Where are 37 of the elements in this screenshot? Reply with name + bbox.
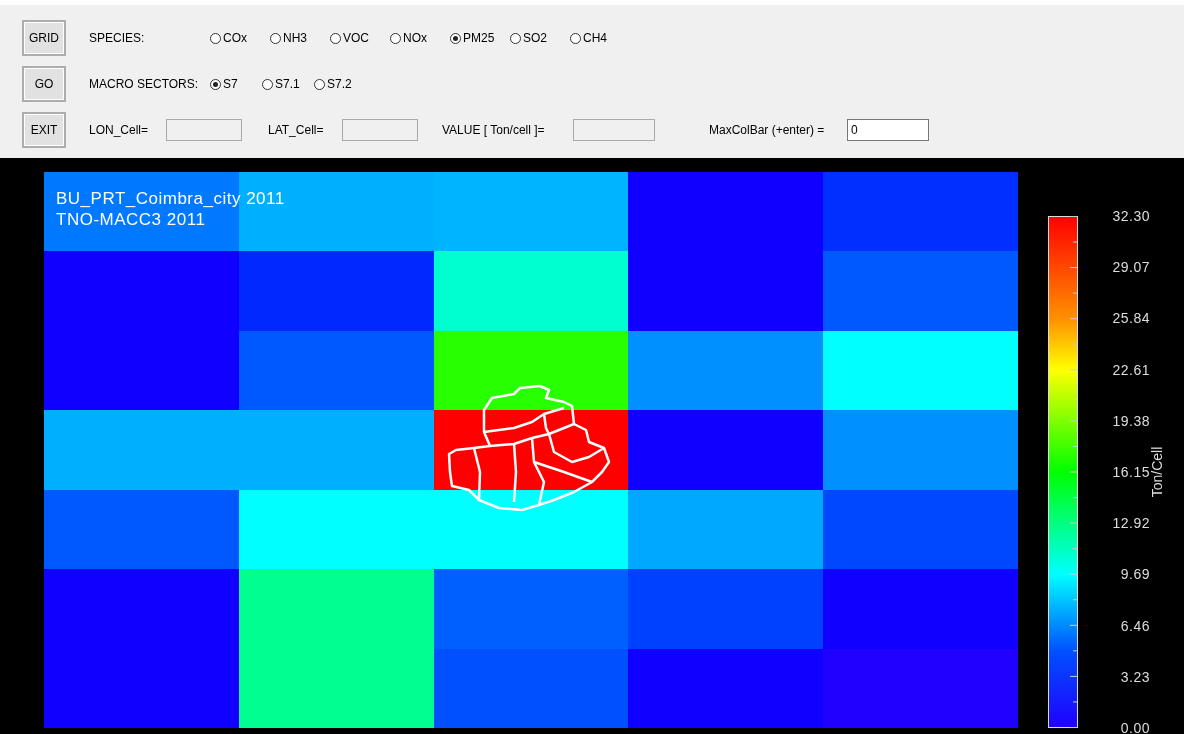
species-label: SPECIES:: [89, 31, 146, 45]
map-title: BU_PRT_Coimbra_city 2011: [56, 188, 285, 209]
grid-button[interactable]: GRID: [22, 20, 66, 56]
input-field[interactable]: [166, 119, 242, 141]
scale-tick-label: 0.00: [1120, 719, 1150, 734]
species-radio[interactable]: VOC: [330, 31, 390, 45]
scale-tick-label: 6.46: [1120, 617, 1150, 634]
field-label: MaxColBar (+enter) =: [709, 123, 826, 137]
species-radio[interactable]: CH4: [570, 31, 630, 45]
input-field[interactable]: [573, 119, 655, 141]
go-button[interactable]: GO: [22, 66, 66, 102]
scale-tick-label: 16.15: [1112, 463, 1150, 480]
input-field[interactable]: [342, 119, 418, 141]
species-radio[interactable]: COx: [210, 31, 270, 45]
exit-button[interactable]: EXIT: [22, 112, 66, 148]
scale-tick-label: 9.69: [1120, 566, 1150, 583]
field-label: LAT_Cell=: [268, 123, 325, 137]
species-radio[interactable]: PM25: [450, 31, 510, 45]
macro-sectors-label: MACRO SECTORS:: [89, 77, 200, 91]
scale-tick-label: 12.92: [1112, 515, 1150, 532]
scale-tick-label: 19.38: [1112, 412, 1150, 429]
input-field[interactable]: 0: [847, 119, 929, 141]
sector-radio[interactable]: S7: [210, 77, 262, 91]
sector-radio[interactable]: S7.1: [262, 77, 314, 91]
field-label: VALUE [ Ton/cell ]=: [442, 123, 546, 137]
field-label: LON_Cell=: [89, 123, 150, 137]
species-radio[interactable]: SO2: [510, 31, 570, 45]
map-title: TNO-MACC3 2011: [56, 209, 207, 230]
scale-tick-label: 29.07: [1112, 259, 1150, 276]
scale-unit-label: Ton/Cell: [1149, 446, 1166, 498]
species-radio[interactable]: NH3: [270, 31, 330, 45]
scale-tick-label: 32.30: [1112, 208, 1150, 224]
sector-radio[interactable]: S7.2: [314, 77, 366, 91]
scale-tick-label: 22.61: [1112, 361, 1150, 378]
scale-tick-label: 3.23: [1120, 668, 1150, 685]
scale-tick-label: 25.84: [1112, 310, 1150, 327]
species-radio[interactable]: NOx: [390, 31, 450, 45]
